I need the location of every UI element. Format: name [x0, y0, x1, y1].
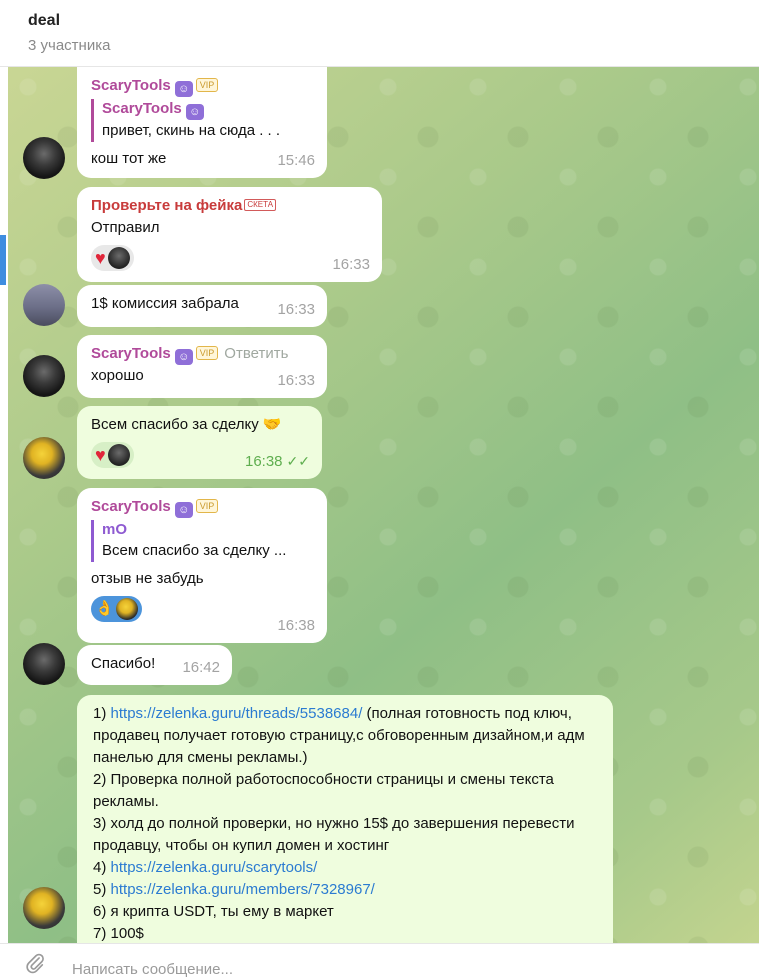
quote-text: привет, скинь на сюда . . . — [102, 122, 281, 139]
chat-header[interactable]: deal 3 участника — [0, 0, 759, 67]
message-bubble[interactable]: 1) https://zelenka.guru/threads/5538684/… — [77, 695, 613, 943]
robot-badge-icon: ☺ — [185, 104, 204, 120]
message-time: 16:33 — [277, 301, 315, 318]
message-time: 16:38 ✓✓ — [245, 450, 310, 473]
message-bubble[interactable]: ScaryTools ☺ VIP ScaryTools ☺ привет, скинь… — [77, 67, 327, 178]
sender-name[interactable]: ScaryTools — [91, 497, 171, 517]
thread-link[interactable]: https://zelenka.guru/threads/5538684/ — [111, 705, 363, 722]
avatar[interactable] — [23, 284, 65, 326]
message-time: 16:42 — [182, 659, 220, 676]
sender-name[interactable]: Проверьте на фейка — [91, 196, 242, 216]
avatar[interactable] — [23, 643, 65, 685]
vip-badge: VIP — [195, 499, 219, 513]
heart-icon: ♥ — [95, 248, 106, 268]
reply-quote[interactable]: mO Всем спасибо за сделку ... — [91, 520, 313, 562]
message-text: Всем спасибо за сделку 🤝 — [91, 416, 282, 433]
quote-sender: ScaryTools — [102, 100, 182, 117]
message-list[interactable]: ScaryTools ☺ VIP ScaryTools ☺ привет, скинь… — [8, 67, 759, 943]
sender-name[interactable]: ScaryTools — [91, 76, 171, 96]
chat-title: deal — [28, 12, 61, 29]
message-bubble[interactable]: Всем спасибо за сделку 🤝 ♥ 16:38 ✓✓ — [77, 406, 322, 479]
message-bubble[interactable]: 1$ комиссия забрала 16:33 — [77, 285, 327, 327]
scam-badge: СКЕТА — [244, 199, 277, 211]
time-text: 16:38 — [244, 453, 283, 470]
message-line: 7) 100$ — [93, 925, 144, 942]
message-line: 2) Проверка полной работоспособности стр… — [93, 771, 554, 810]
double-check-icon: ✓✓ — [286, 453, 310, 469]
message-line: 4) https://zelenka.guru/scarytools/ — [93, 857, 597, 879]
reactions[interactable]: ♥ — [91, 442, 134, 468]
message-bubble[interactable]: Спасибо! 16:42 — [77, 645, 232, 685]
reactor-avatar — [107, 444, 130, 466]
reply-quote[interactable]: ScaryTools ☺ привет, скинь на сюда . . . — [91, 99, 313, 142]
message-line: 1) https://zelenka.guru/threads/5538684/… — [93, 703, 597, 769]
reactions[interactable]: 👌 — [91, 596, 142, 622]
vip-badge: VIP — [195, 78, 219, 92]
ok-hand-icon: 👌 — [95, 600, 114, 617]
message-line: 3) холд до полной проверки, но нужно 15$… — [93, 815, 575, 854]
quote-sender: mO — [102, 521, 128, 538]
message-composer[interactable]: Написать сообщение... — [0, 943, 759, 977]
robot-badge-icon: ☺ — [174, 349, 193, 365]
message-time: 16:33 — [332, 256, 370, 273]
sender-name[interactable]: ScaryTools — [91, 344, 171, 364]
message-text: отзыв не забудь — [91, 570, 204, 587]
quote-text: Всем спасибо за сделку ... — [102, 542, 287, 559]
line-text: 1) — [93, 705, 111, 722]
message-bubble[interactable]: ScaryTools ☺ VIP mO Всем спасибо за сделку… — [77, 488, 327, 643]
heart-icon: ♥ — [95, 445, 106, 465]
avatar[interactable] — [23, 355, 65, 397]
vip-badge: VIP — [195, 346, 219, 360]
message-time: 16:38 — [277, 617, 315, 634]
active-chat-indicator — [0, 235, 6, 285]
profile-link[interactable]: https://zelenka.guru/scarytools/ — [111, 859, 318, 876]
reactions[interactable]: ♥ — [91, 245, 134, 271]
robot-badge-icon: ☺ — [174, 81, 193, 97]
paperclip-icon[interactable] — [24, 952, 46, 974]
reply-button[interactable]: Ответить — [224, 345, 288, 362]
message-bubble[interactable]: ScaryTools ☺ VIP Ответить хорошо 16:33 — [77, 335, 327, 398]
avatar[interactable] — [23, 887, 65, 929]
robot-badge-icon: ☺ — [174, 502, 193, 518]
line-text: 5) — [93, 881, 111, 898]
avatar[interactable] — [23, 437, 65, 479]
reactor-avatar — [115, 598, 138, 620]
message-line: 6) я крипта USDT, ты ему в маркет — [93, 903, 334, 920]
message-time: 16:33 — [277, 372, 315, 389]
member-count: 3 участника — [28, 37, 111, 54]
line-text: 4) — [93, 859, 111, 876]
member-link[interactable]: https://zelenka.guru/members/7328967/ — [111, 881, 375, 898]
message-input[interactable]: Написать сообщение... — [72, 961, 233, 977]
message-text: Отправил — [91, 219, 160, 236]
avatar[interactable] — [23, 137, 65, 179]
message-line: 5) https://zelenka.guru/members/7328967/ — [93, 879, 597, 901]
reactor-avatar — [107, 247, 130, 269]
message-bubble[interactable]: Проверьте на фейка СКЕТА Отправил ♥ 16:33 — [77, 187, 382, 282]
message-time: 15:46 — [277, 152, 315, 169]
